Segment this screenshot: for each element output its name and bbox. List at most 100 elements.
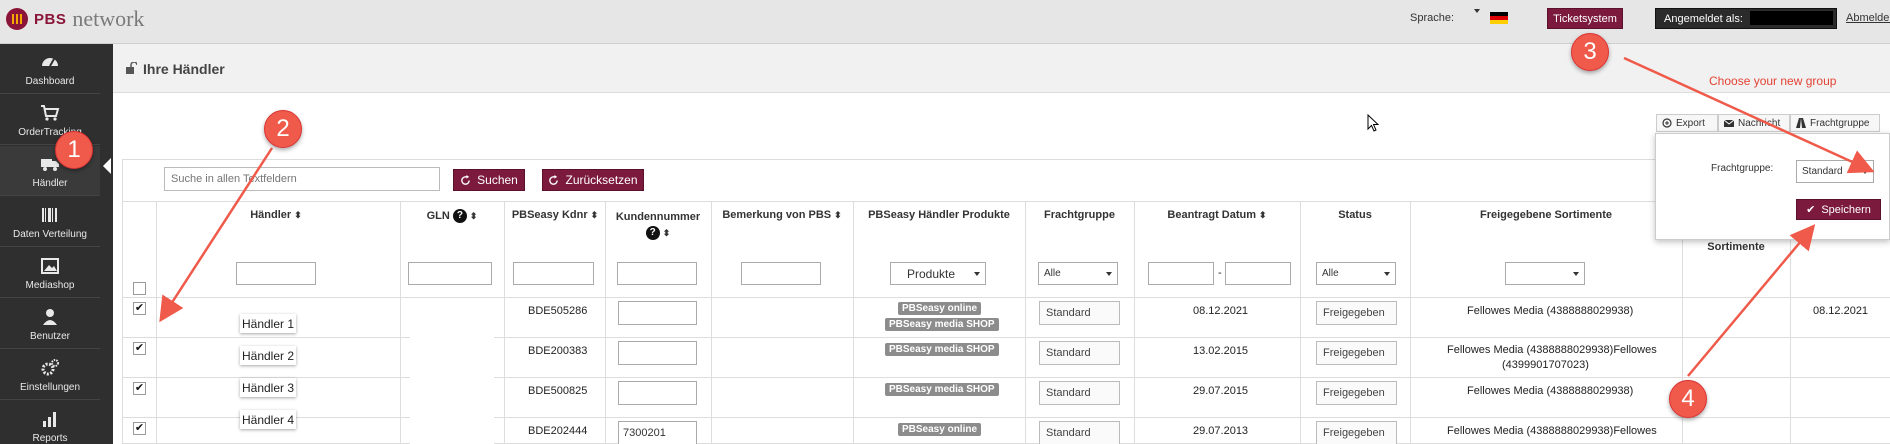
sidebar-item-benutzer[interactable]: Benutzer xyxy=(0,299,100,349)
sidebar-item-mediashop[interactable]: Mediashop xyxy=(0,248,100,298)
filter-status-select[interactable]: Alle xyxy=(1316,262,1396,285)
kundennummer-input[interactable] xyxy=(618,341,697,365)
filter-produkte-select[interactable]: Produkte xyxy=(890,262,986,285)
filter-status-value: Alle xyxy=(1322,268,1339,279)
kundennummer-input[interactable] xyxy=(618,301,697,325)
filter-kdnr-input[interactable] xyxy=(513,262,594,285)
unlock-icon xyxy=(126,62,137,74)
annotation-hint: Choose your new group xyxy=(1709,74,1837,88)
haendler-name[interactable]: Händler 1 xyxy=(240,314,296,333)
column-header-label: Sortimente xyxy=(1707,241,1765,253)
date-cell: 13.02.2015 xyxy=(1193,345,1249,357)
refresh-icon xyxy=(461,174,470,185)
sidebar-item-label: Einstellungen xyxy=(19,382,81,393)
cart-icon xyxy=(41,105,60,121)
product-badge: PBSeasy media SHOP xyxy=(885,383,999,396)
row-checkbox[interactable]: ✔ xyxy=(133,342,146,355)
column-header-frachtgruppe: Frachtgruppe xyxy=(1027,209,1132,221)
top-bar: PBS network Sprache: Ticketsystem Angeme… xyxy=(0,0,1890,44)
sort-icon: ⬍ xyxy=(590,210,599,220)
column-header-label: PBSeasy Händler Produkte xyxy=(868,209,1010,221)
check-icon: ✔ xyxy=(1806,204,1816,216)
frachtgruppe-field: Standard xyxy=(1039,301,1120,325)
column-header-kdnr[interactable]: PBSeasy Kdnr ⬍ xyxy=(508,209,602,221)
sidebar-item-daten-verteilung[interactable]: Daten Verteilung xyxy=(0,197,100,247)
redacted-username xyxy=(1750,11,1833,25)
help-icon[interactable]: ? xyxy=(452,209,467,223)
filter-gln-input[interactable] xyxy=(408,262,492,285)
sort-icon: ⬍ xyxy=(1259,210,1267,220)
row-checkbox[interactable]: ✔ xyxy=(133,422,146,435)
status-field: Freigegeben xyxy=(1316,381,1397,405)
sortimente-cell-line2: (4399901707023) xyxy=(1502,359,1589,371)
nachricht-button[interactable]: Nachricht xyxy=(1718,114,1790,132)
column-header-label: Freigegebene Sortimente xyxy=(1479,209,1613,221)
popover-frachtgruppe-label: Frachtgruppe: xyxy=(1711,163,1774,174)
sidebar-item-label: Dashboard xyxy=(25,76,75,87)
pbs-network-logo[interactable]: PBS network xyxy=(6,6,144,32)
date-range-separator: - xyxy=(1218,267,1222,279)
search-button-label: Suchen xyxy=(477,173,518,187)
frachtgruppe-popover xyxy=(1655,133,1890,240)
grid-line xyxy=(156,202,157,444)
filter-date-from-input[interactable] xyxy=(1148,262,1214,285)
filter-kundennummer-input[interactable] xyxy=(617,262,697,285)
haendler-name[interactable]: Händler 3 xyxy=(240,378,296,397)
product-badge: PBSeasy online xyxy=(898,423,982,436)
reset-button[interactable]: Zurücksetzen xyxy=(542,169,644,191)
popover-frachtgruppe-select[interactable]: Standard xyxy=(1796,160,1874,183)
logout-link[interactable]: Abmelden xyxy=(1846,12,1890,24)
sidebar-item-dashboard[interactable]: Dashboard xyxy=(0,44,100,94)
column-header-bemerkung[interactable]: Bemerkung von PBS ⬍ xyxy=(713,209,851,221)
grid-line xyxy=(853,202,854,444)
filter-bemerkung-input[interactable] xyxy=(741,262,821,285)
help-icon[interactable]: ? xyxy=(645,226,660,241)
kundennummer-input[interactable]: 7300201 xyxy=(618,421,697,444)
sidebar-item-label: Händler xyxy=(32,178,68,189)
filter-frachtgruppe-value: Alle xyxy=(1044,268,1061,279)
column-header-sortimente-extra: Sortimente xyxy=(1684,241,1788,253)
column-header-kundennummer[interactable]: Kundennummer? ⬍ xyxy=(607,209,709,241)
row-checkbox[interactable]: ✔ xyxy=(133,382,146,395)
page-header: Ihre Händler xyxy=(113,44,1890,93)
language-caret-icon[interactable] xyxy=(1474,9,1480,13)
row-line xyxy=(122,337,1890,338)
grid-line xyxy=(1300,202,1301,444)
grid-line xyxy=(1410,202,1411,444)
grid-line xyxy=(504,202,505,444)
export-button[interactable]: Export xyxy=(1656,114,1718,132)
grid-line xyxy=(605,202,606,444)
filter-frachtgruppe-select[interactable]: Alle xyxy=(1038,262,1118,285)
select-all-checkbox[interactable] xyxy=(133,282,146,295)
sidebar-item-einstellungen[interactable]: Einstellungen xyxy=(0,350,100,400)
image-icon xyxy=(41,258,59,274)
frachtgruppe-field: Standard xyxy=(1039,421,1120,444)
kundennummer-input[interactable] xyxy=(618,381,697,405)
sidebar-item-reports[interactable]: Reports xyxy=(0,401,100,444)
row-line xyxy=(122,297,1890,298)
search-input[interactable] xyxy=(164,167,440,191)
kdnr-cell: BDE200383 xyxy=(528,345,588,357)
filter-haendler-input[interactable] xyxy=(236,262,316,285)
sortimente-cell: Fellowes Media (4388888029938) xyxy=(1467,305,1634,317)
column-header-label: Status xyxy=(1338,209,1372,221)
haendler-name[interactable]: Händler 2 xyxy=(240,346,296,365)
grid-line xyxy=(711,202,712,444)
save-button[interactable]: ✔ Speichern xyxy=(1796,199,1881,220)
filter-sortimente-select[interactable] xyxy=(1505,262,1585,285)
row-checkbox[interactable]: ✔ xyxy=(133,302,146,315)
german-flag-icon[interactable] xyxy=(1490,12,1508,24)
haendler-name[interactable]: Händler 4 xyxy=(240,410,296,429)
ticketsystem-button[interactable]: Ticketsystem xyxy=(1547,8,1623,29)
sidebar: Dashboard OrderTracking Händler Daten Ve… xyxy=(0,44,113,444)
extra-date-cell: 08.12.2021 xyxy=(1813,305,1869,317)
column-header-gln[interactable]: GLN ? ⬍ xyxy=(405,209,499,223)
column-header-produkte: PBSeasy Händler Produkte xyxy=(855,209,1023,221)
search-button[interactable]: Suchen xyxy=(453,169,525,191)
column-header-haendler[interactable]: Händler ⬍ xyxy=(236,209,316,221)
pbs-logo-icon xyxy=(6,8,28,30)
column-header-beantragt[interactable]: Beantragt Datum ⬍ xyxy=(1136,209,1298,221)
dashboard-icon xyxy=(42,58,58,67)
frachtgruppe-button[interactable]: Frachtgruppe xyxy=(1790,114,1880,132)
filter-date-to-input[interactable] xyxy=(1225,262,1291,285)
